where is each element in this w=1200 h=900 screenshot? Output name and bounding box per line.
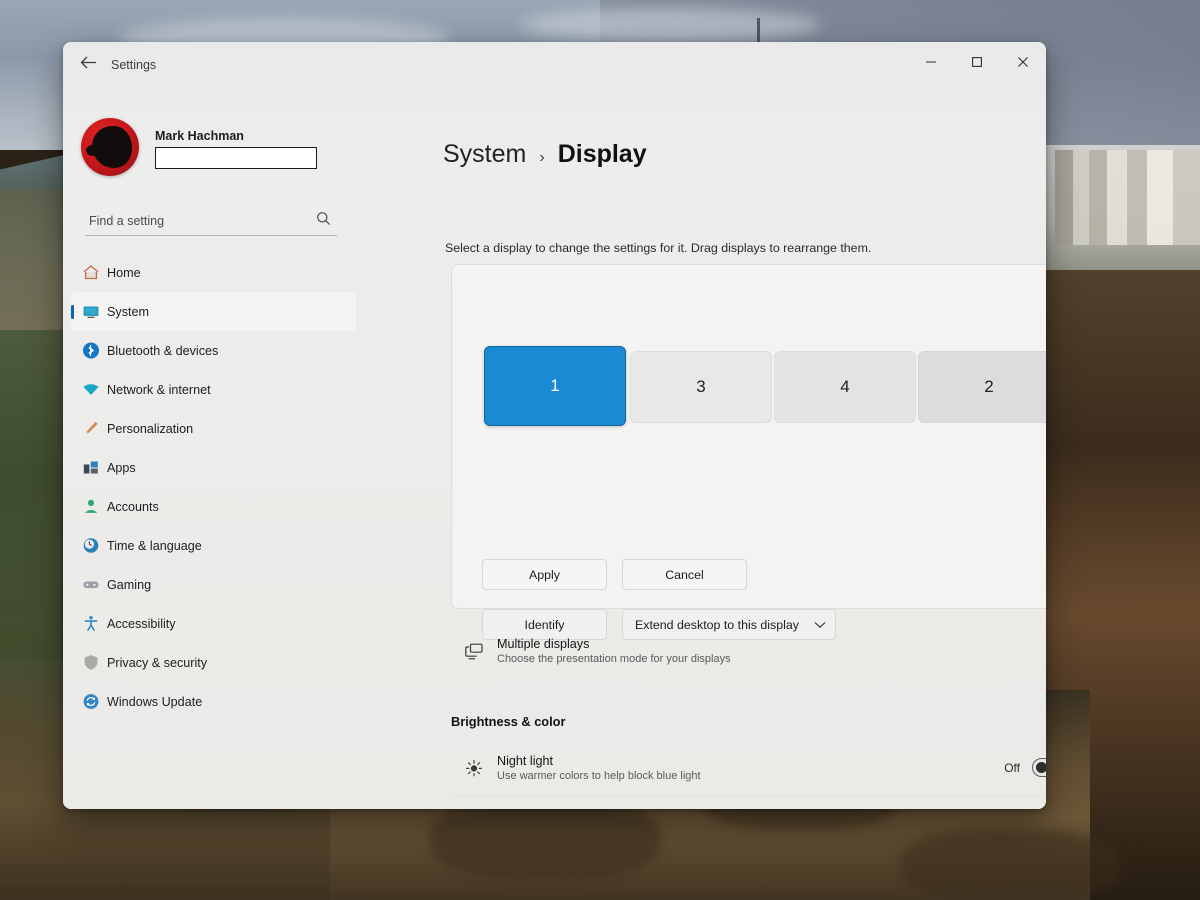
page-title: Display: [557, 140, 647, 168]
minimize-button[interactable]: [908, 42, 954, 82]
monitor-number: 2: [984, 377, 994, 396]
sidebar-item-personalization[interactable]: Personalization: [71, 409, 356, 448]
night-light-row[interactable]: Night light Use warmer colors to help bl…: [451, 739, 1046, 797]
sidebar-item-label: System: [107, 304, 149, 319]
search-container: [85, 206, 337, 236]
wifi-icon: [81, 380, 100, 399]
sidebar-item-label: Home: [107, 265, 141, 280]
night-light-title: Night light: [497, 753, 554, 768]
sidebar-item-label: Accounts: [107, 499, 159, 514]
monitor-2[interactable]: 2: [918, 351, 1046, 423]
night-light-toggle[interactable]: [1032, 758, 1046, 777]
sidebar-item-label: Network & internet: [107, 382, 211, 397]
avatar[interactable]: [81, 118, 139, 176]
sun-icon: [451, 758, 497, 778]
cancel-button[interactable]: Cancel: [622, 559, 747, 590]
night-light-texts: Night light Use warmer colors to help bl…: [497, 754, 1004, 782]
sidebar-item-label: Gaming: [107, 577, 152, 592]
sidebar-item-label: Bluetooth & devices: [107, 343, 219, 358]
sidebar-item-apps[interactable]: Apps: [71, 448, 356, 487]
sidebar-item-windows-update[interactable]: Windows Update: [71, 682, 356, 721]
breadcrumb-separator-icon: ›: [539, 149, 545, 166]
window-title: Settings: [111, 58, 157, 72]
sidebar: Mark Hachman Find a setting Home System …: [63, 86, 360, 809]
monitor-icon: [81, 302, 100, 321]
apps-icon: [81, 458, 100, 477]
use-hdr-row[interactable]: HDR Use HDR More about HDR Off: [451, 804, 1046, 809]
title-bar: Settings: [63, 42, 1046, 86]
bluetooth-icon: [81, 341, 100, 360]
sidebar-item-label: Windows Update: [107, 694, 203, 709]
maximize-button[interactable]: [954, 42, 1000, 82]
monitor-4[interactable]: 4: [774, 351, 916, 423]
sidebar-item-time-language[interactable]: Time & language: [71, 526, 356, 565]
multiple-displays-icon: [451, 642, 497, 661]
multiple-displays-title: Multiple displays: [497, 637, 590, 651]
account-text: Mark Hachman: [155, 129, 317, 169]
multiple-displays-row[interactable]: Multiple displays Choose the presentatio…: [451, 622, 1046, 680]
window-surface: Settings Mark Hachman Find a setting Hom…: [63, 42, 1046, 809]
night-light-subtitle: Use warmer colors to help block blue lig…: [497, 769, 701, 782]
account-email-redacted: [155, 147, 317, 169]
window-controls: [908, 42, 1046, 86]
monitor-number: 3: [696, 377, 706, 396]
multiple-displays-texts: Multiple displays Choose the presentatio…: [497, 637, 1046, 665]
back-arrow-icon[interactable]: [76, 54, 100, 76]
settings-window: Settings Mark Hachman Find a setting Hom…: [63, 42, 1046, 809]
sidebar-item-label: Accessibility: [107, 616, 176, 631]
night-light-state-label: Off: [1004, 760, 1020, 775]
sidebar-item-accessibility[interactable]: Accessibility: [71, 604, 356, 643]
update-icon: [81, 692, 100, 711]
sidebar-item-bluetooth-devices[interactable]: Bluetooth & devices: [71, 331, 356, 370]
monitor-1[interactable]: 1: [484, 346, 626, 426]
sidebar-item-label: Time & language: [107, 538, 202, 553]
sidebar-item-label: Privacy & security: [107, 655, 208, 670]
sidebar-item-label: Personalization: [107, 421, 194, 436]
monitor-number: 4: [840, 377, 850, 396]
account-block[interactable]: Mark Hachman: [81, 118, 317, 176]
search-input[interactable]: [85, 206, 337, 236]
selection-indicator: [71, 305, 74, 319]
monitor-3[interactable]: 3: [630, 351, 772, 423]
gamepad-icon: [81, 575, 100, 594]
search-icon[interactable]: [316, 211, 331, 231]
multiple-displays-subtitle: Choose the presentation mode for your di…: [497, 653, 731, 665]
monitor-arrangement: 1 3 4 2: [484, 346, 1046, 446]
monitor-number: 1: [550, 376, 560, 395]
breadcrumb: System › Display: [443, 140, 647, 169]
breadcrumb-parent[interactable]: System: [443, 140, 526, 169]
sidebar-item-system[interactable]: System: [71, 292, 356, 331]
home-icon: [81, 263, 100, 282]
clock-globe-icon: [81, 536, 100, 555]
display-arrangement-card: 1 3 4 2 Apply Cancel Identify Extend des…: [451, 264, 1046, 640]
close-button[interactable]: [1000, 42, 1046, 82]
brightness-color-heading: Brightness & color: [451, 714, 566, 729]
paintbrush-icon: [81, 419, 100, 438]
sidebar-nav: Home System Bluetooth & devices Network …: [71, 253, 356, 721]
apply-button[interactable]: Apply: [482, 559, 607, 590]
night-light-controls: Off: [1004, 758, 1046, 777]
sidebar-item-home[interactable]: Home: [71, 253, 356, 292]
accessibility-icon: [81, 614, 100, 633]
shield-icon: [81, 653, 100, 672]
sidebar-item-privacy-security[interactable]: Privacy & security: [71, 643, 356, 682]
main-content: System › Display Select a display to cha…: [360, 86, 1046, 809]
sidebar-item-label: Apps: [107, 460, 136, 475]
display-instruction: Select a display to change the settings …: [445, 241, 872, 255]
account-name: Mark Hachman: [155, 129, 244, 143]
sidebar-item-gaming[interactable]: Gaming: [71, 565, 356, 604]
sidebar-item-network-internet[interactable]: Network & internet: [71, 370, 356, 409]
sidebar-item-accounts[interactable]: Accounts: [71, 487, 356, 526]
person-icon: [81, 497, 100, 516]
